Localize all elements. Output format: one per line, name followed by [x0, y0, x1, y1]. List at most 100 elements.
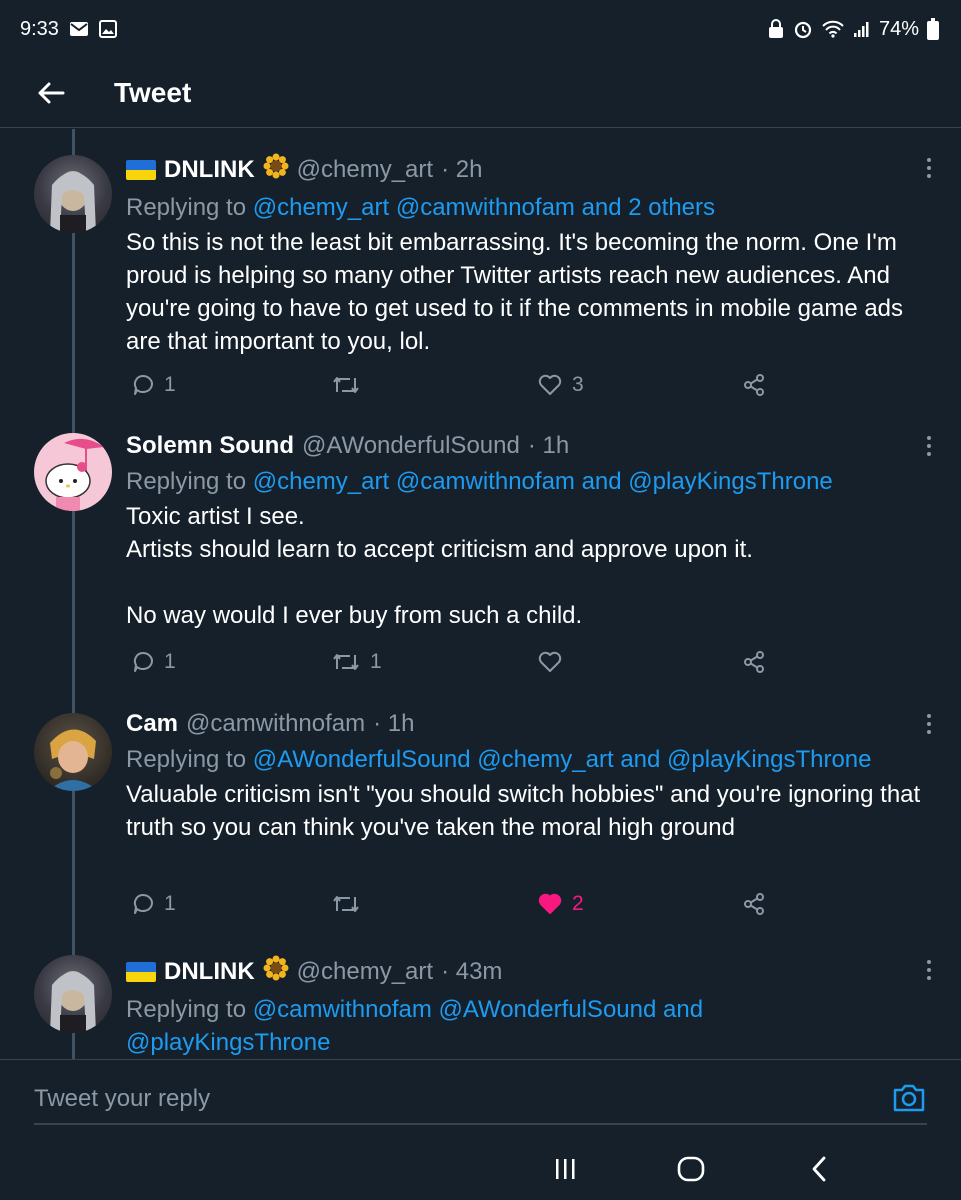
input-underline: [34, 1123, 927, 1125]
home-button[interactable]: [674, 1153, 708, 1185]
retweet-icon: [333, 377, 359, 393]
replying-to: Replying to @camwithnofam @AWonderfulSou…: [126, 993, 921, 1059]
status-bar: 9:33 74%: [0, 0, 961, 58]
ukraine-flag-icon: [126, 962, 156, 982]
reply-mentions[interactable]: @chemy_art @camwithnofam and @playKingsT…: [253, 468, 833, 495]
tweet-item[interactable]: DNLINK @chemy_art · 2h Replying to @chem…: [0, 129, 961, 419]
author-name[interactable]: DNLINK: [164, 155, 255, 185]
retweet-button[interactable]: [332, 884, 370, 924]
reply-button[interactable]: 1: [132, 365, 176, 405]
author-name[interactable]: Cam: [126, 709, 178, 739]
tweet-text: Valuable criticism isn't "you should swi…: [126, 781, 927, 841]
camera-icon: [893, 1084, 925, 1112]
top-header: Tweet: [0, 58, 961, 128]
heart-icon: [538, 374, 562, 395]
like-button[interactable]: [538, 642, 572, 682]
retweet-icon: [333, 654, 359, 670]
signal-icon: [853, 20, 871, 38]
replying-to: Replying to @chemy_art @camwithnofam and…: [126, 465, 921, 498]
reply-count: 1: [164, 892, 176, 915]
share-icon: [744, 651, 764, 673]
reply-mentions-continued[interactable]: @playKingsThrone: [126, 1029, 330, 1056]
tweet-time: · 1h: [373, 710, 415, 737]
gallery-icon: [98, 20, 117, 38]
tweet-item[interactable]: DNLINK @chemy_art · 43m Replying to @cam…: [0, 939, 961, 1059]
reply-composer: [0, 1059, 961, 1139]
retweet-button[interactable]: 1: [332, 642, 382, 682]
reply-mentions[interactable]: @camwithnofam @AWonderfulSound and: [253, 996, 703, 1023]
recent-apps-icon: [556, 1159, 575, 1179]
reply-mentions[interactable]: @AWonderfulSound @chemy_art and @playKin…: [253, 746, 872, 773]
back-button[interactable]: [24, 66, 78, 120]
reply-count: 1: [164, 373, 176, 396]
tweet-actions: 1 2: [126, 884, 826, 924]
more-options-button[interactable]: [919, 709, 939, 739]
tweet-item[interactable]: Cam @camwithnofam · 1h Replying to @AWon…: [0, 699, 961, 939]
replying-to-label: Replying to: [126, 194, 247, 221]
wifi-icon: [821, 20, 845, 38]
battery-level: 74%: [878, 17, 919, 40]
avatar[interactable]: [34, 433, 112, 511]
tweet-text: So this is not the least bit embarrassin…: [126, 229, 910, 355]
author-handle[interactable]: @chemy_art: [297, 957, 433, 987]
page-title: Tweet: [114, 76, 192, 108]
like-count: 2: [572, 892, 584, 915]
sunflower-icon: [263, 955, 289, 989]
share-icon: [744, 374, 764, 396]
reply-icon: [133, 893, 153, 914]
reply-count: 1: [164, 650, 176, 673]
author-name[interactable]: Solemn Sound: [126, 431, 294, 461]
replying-to: Replying to @AWonderfulSound @chemy_art …: [126, 743, 921, 776]
system-nav-bar: [0, 1139, 961, 1200]
replying-to-label: Replying to: [126, 468, 247, 495]
reply-input[interactable]: [34, 1082, 594, 1116]
share-button[interactable]: [742, 884, 766, 924]
tweet-text: Toxic artist I see. Artists should learn…: [126, 503, 753, 629]
ukraine-flag-icon: [126, 160, 156, 180]
heart-icon: [538, 651, 562, 672]
avatar[interactable]: [34, 155, 112, 233]
replying-to: Replying to @chemy_art @camwithnofam and…: [126, 191, 921, 224]
tweet-item[interactable]: Solemn Sound @AWonderfulSound · 1h Reply…: [0, 419, 961, 699]
back-chevron-icon: [812, 1156, 826, 1182]
share-button[interactable]: [742, 642, 766, 682]
author-handle[interactable]: @camwithnofam: [186, 709, 365, 739]
recent-apps-button[interactable]: [548, 1153, 582, 1185]
replying-to-label: Replying to: [126, 746, 247, 773]
lock-icon: [767, 19, 785, 39]
reply-mentions[interactable]: @chemy_art @camwithnofam and 2 others: [253, 194, 715, 221]
tweet-time: · 1h: [527, 432, 570, 459]
avatar[interactable]: [34, 955, 112, 1033]
reply-icon: [133, 374, 153, 395]
heart-filled-icon: [538, 893, 562, 914]
retweet-count: 1: [370, 650, 382, 673]
more-options-button[interactable]: [919, 153, 939, 183]
more-options-button[interactable]: [919, 955, 939, 985]
clock: 9:33: [20, 17, 59, 40]
avatar[interactable]: [34, 713, 112, 791]
more-options-button[interactable]: [919, 431, 939, 461]
share-icon: [744, 893, 764, 915]
camera-button[interactable]: [891, 1080, 927, 1116]
back-nav-button[interactable]: [802, 1153, 836, 1185]
alarm-icon: [793, 19, 813, 39]
reply-button[interactable]: 1: [132, 884, 176, 924]
author-handle[interactable]: @AWonderfulSound: [302, 431, 520, 461]
reply-button[interactable]: 1: [132, 642, 176, 682]
tweet-time: · 2h: [441, 156, 483, 183]
retweet-icon: [333, 896, 359, 912]
back-arrow-icon: [38, 82, 65, 103]
like-count: 3: [572, 373, 584, 396]
like-button[interactable]: 3: [538, 365, 584, 405]
home-icon: [677, 1156, 705, 1182]
retweet-button[interactable]: [332, 365, 370, 405]
like-button[interactable]: 2: [538, 884, 584, 924]
author-name[interactable]: DNLINK: [164, 957, 255, 987]
replying-to-label: Replying to: [126, 996, 247, 1023]
tweet-actions: 1 3: [126, 365, 826, 405]
tweet-time: · 43m: [441, 958, 503, 985]
author-handle[interactable]: @chemy_art: [297, 155, 433, 185]
tweet-actions: 1 1: [126, 642, 826, 682]
tweet-thread[interactable]: DNLINK @chemy_art · 2h Replying to @chem…: [0, 129, 961, 1059]
share-button[interactable]: [742, 365, 766, 405]
